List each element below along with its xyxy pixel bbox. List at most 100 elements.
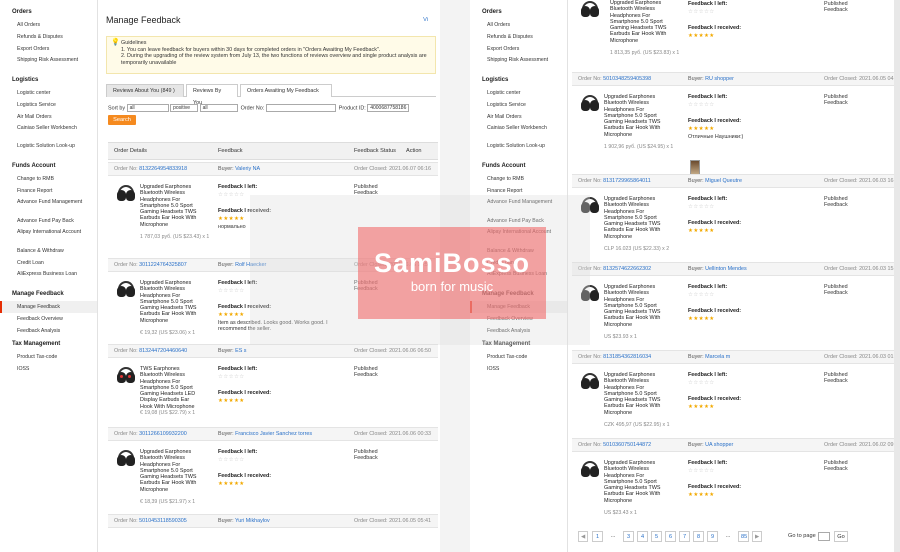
- product-thumbnail[interactable]: [580, 0, 600, 20]
- go-button[interactable]: Go: [834, 531, 848, 542]
- order-number-link[interactable]: 8131729965864011: [603, 178, 651, 184]
- sidebar-item-refunds-disputes[interactable]: Refunds & Disputes: [470, 31, 567, 43]
- sidebar-section-logistics[interactable]: Logistics: [0, 73, 97, 87]
- product-thumbnail[interactable]: [116, 184, 136, 204]
- buyer-name-link[interactable]: Francisco Javier Sanchez torres: [235, 431, 312, 437]
- sidebar-item-logistics-service[interactable]: Logistics Service: [470, 99, 567, 111]
- sidebar-item-logistic-center[interactable]: Logistic center: [0, 87, 97, 99]
- sidebar-item-export-orders[interactable]: Export Orders: [470, 43, 567, 55]
- sidebar-item-export-orders[interactable]: Export Orders: [0, 43, 97, 55]
- order-number-link[interactable]: 8132447204460640: [139, 348, 187, 354]
- product-title[interactable]: Upgraded Earphones Bluetooth Wireless He…: [140, 184, 200, 228]
- sidebar-item-advance-fund-management[interactable]: Advance Fund Management: [0, 197, 97, 215]
- order-number-link[interactable]: 5010360750144872: [603, 442, 651, 448]
- search-button[interactable]: Search: [108, 115, 136, 125]
- product-title[interactable]: Upgraded Earphones Bluetooth Wireless He…: [604, 94, 664, 138]
- order-number-link[interactable]: 8131854362816034: [603, 354, 651, 360]
- rating-select[interactable]: positive: [170, 104, 199, 112]
- sidebar-section-tax[interactable]: Tax Management: [0, 337, 97, 351]
- order-number-link[interactable]: 3011224764325807: [139, 262, 187, 268]
- sidebar-item-shipping-risk-assessment[interactable]: Shipping Risk Assessment: [470, 55, 567, 73]
- type-select[interactable]: all: [199, 104, 238, 112]
- sidebar-item-finance-report[interactable]: Finance Report: [0, 185, 97, 197]
- product-title[interactable]: TWS Earphones Bluetooth Wireless Headpho…: [140, 366, 200, 410]
- buyer-name-link[interactable]: RU shopper: [705, 76, 734, 82]
- pager-next-button[interactable]: ▶: [752, 531, 762, 542]
- sidebar-item-manage-feedback[interactable]: Manage Feedback: [0, 301, 97, 313]
- sidebar-item-aliexpress-business-loan[interactable]: AliExpress Business Loan: [0, 269, 97, 287]
- order-number-link[interactable]: 5010348259405398: [603, 76, 651, 82]
- sidebar-item-cainiao-seller-workbench[interactable]: Cainiao Seller Workbench: [470, 123, 567, 141]
- pager-page-9[interactable]: 9: [707, 531, 718, 542]
- product-thumbnail[interactable]: [116, 280, 136, 300]
- sidebar-item-change-to-rmb[interactable]: Change to RMB: [0, 173, 97, 185]
- product-thumbnail[interactable]: [580, 372, 600, 392]
- sidebar-section-orders[interactable]: Orders: [470, 5, 567, 19]
- pager-page-4[interactable]: 4: [637, 531, 648, 542]
- product-title[interactable]: Upgraded Earphones Bluetooth Wireless He…: [604, 460, 664, 504]
- sidebar-item-air-mail-orders[interactable]: Air Mail Orders: [0, 111, 97, 123]
- order-number-link[interactable]: 8132574622662302: [603, 266, 651, 272]
- sidebar-item-shipping-risk-assessment[interactable]: Shipping Risk Assessment: [0, 55, 97, 73]
- tab-reviews-about-you[interactable]: Reviews About You (849 ): [106, 84, 184, 97]
- sidebar-item-change-to-rmb[interactable]: Change to RMB: [470, 173, 567, 185]
- order-number-link[interactable]: 3011266109932200: [139, 431, 187, 437]
- sidebar-item-ioss[interactable]: IOSS: [470, 363, 567, 375]
- sidebar-item-logistic-solution-look-up[interactable]: Logistic Solution Look-up: [470, 141, 567, 159]
- product-title[interactable]: Upgraded Earphones Bluetooth Wireless He…: [140, 449, 200, 493]
- order-no-input[interactable]: [265, 104, 336, 112]
- product-title[interactable]: Upgraded Earphones Bluetooth Wireless He…: [610, 0, 670, 44]
- pager-prev-button[interactable]: ◀: [578, 531, 588, 542]
- buyer-name-link[interactable]: Valeriy NA: [235, 166, 260, 172]
- go-to-page-input[interactable]: [818, 532, 830, 541]
- pager-page-1[interactable]: 1: [592, 531, 603, 542]
- sidebar-item-advance-fund-pay-back[interactable]: Advance Fund Pay Back: [0, 215, 97, 227]
- buyer-name-link[interactable]: Uellinton Mendes: [705, 266, 747, 272]
- pager-page-85[interactable]: 85: [738, 531, 749, 542]
- sidebar-item-logistics-service[interactable]: Logistics Service: [0, 99, 97, 111]
- buyer-name-link[interactable]: Miguel Queutre: [705, 178, 742, 184]
- sidebar-section-funds[interactable]: Funds Account: [470, 159, 567, 173]
- sidebar-item-cainiao-seller-workbench[interactable]: Cainiao Seller Workbench: [0, 123, 97, 141]
- sidebar-item-balance-withdraw[interactable]: Balance & Withdraw: [0, 245, 97, 257]
- tab-reviews-by-you[interactable]: Reviews By You: [186, 84, 238, 106]
- buyer-name-link[interactable]: UA shopper: [705, 442, 733, 448]
- pager-page-8[interactable]: 8: [693, 531, 704, 542]
- sidebar-item-product-tax-code[interactable]: Product Tax-code: [0, 351, 97, 363]
- scrollbar[interactable]: [894, 0, 900, 552]
- sidebar-item-logistic-solution-look-up[interactable]: Logistic Solution Look-up: [0, 141, 97, 159]
- sidebar-item-air-mail-orders[interactable]: Air Mail Orders: [470, 111, 567, 123]
- order-number-link[interactable]: 8132264954833918: [139, 166, 187, 172]
- sidebar-item-feedback-overview[interactable]: Feedback Overview: [0, 313, 97, 325]
- sort-select[interactable]: all: [126, 104, 169, 112]
- product-thumbnail[interactable]: [116, 366, 136, 386]
- sidebar-item-product-tax-code[interactable]: Product Tax-code: [470, 351, 567, 363]
- tab-orders-awaiting-feedback[interactable]: Orders Awaiting My Feedback: [240, 84, 332, 97]
- sidebar-item-feedback-analysis[interactable]: Feedback Analysis: [0, 325, 97, 337]
- product-title[interactable]: Upgraded Earphones Bluetooth Wireless He…: [140, 280, 200, 324]
- product-thumbnail[interactable]: [116, 449, 136, 469]
- sidebar-item-ioss[interactable]: IOSS: [0, 363, 97, 375]
- sidebar-item-logistic-center[interactable]: Logistic center: [470, 87, 567, 99]
- sidebar-section-feedback[interactable]: Manage Feedback: [0, 287, 97, 301]
- pager-page-6[interactable]: 6: [665, 531, 676, 542]
- buyer-name-link[interactable]: ES s: [235, 348, 246, 354]
- product-title[interactable]: Upgraded Earphones Bluetooth Wireless He…: [604, 284, 664, 328]
- sidebar-item-credit-loan[interactable]: Credit Loan: [0, 257, 97, 269]
- product-thumbnail[interactable]: [580, 460, 600, 480]
- view-link[interactable]: Vi: [423, 17, 428, 23]
- sidebar-section-logistics[interactable]: Logistics: [470, 73, 567, 87]
- pager-page-5[interactable]: 5: [651, 531, 662, 542]
- order-number-link[interactable]: 5010453118590305: [139, 518, 187, 524]
- pager-page-7[interactable]: 7: [679, 531, 690, 542]
- sidebar-item-alipay-international-account[interactable]: Alipay International Account: [0, 227, 97, 245]
- buyer-name-link[interactable]: Yuri Mikhaylov: [235, 518, 270, 524]
- sidebar-item-all-orders[interactable]: All Orders: [470, 19, 567, 31]
- sidebar-item-refunds-disputes[interactable]: Refunds & Disputes: [0, 31, 97, 43]
- product-title[interactable]: Upgraded Earphones Bluetooth Wireless He…: [604, 196, 664, 240]
- pager-page-3[interactable]: 3: [623, 531, 634, 542]
- product-title[interactable]: Upgraded Earphones Bluetooth Wireless He…: [604, 372, 664, 416]
- sidebar-section-funds[interactable]: Funds Account: [0, 159, 97, 173]
- buyer-name-link[interactable]: Marcela m: [705, 354, 730, 360]
- product-thumbnail[interactable]: [580, 94, 600, 114]
